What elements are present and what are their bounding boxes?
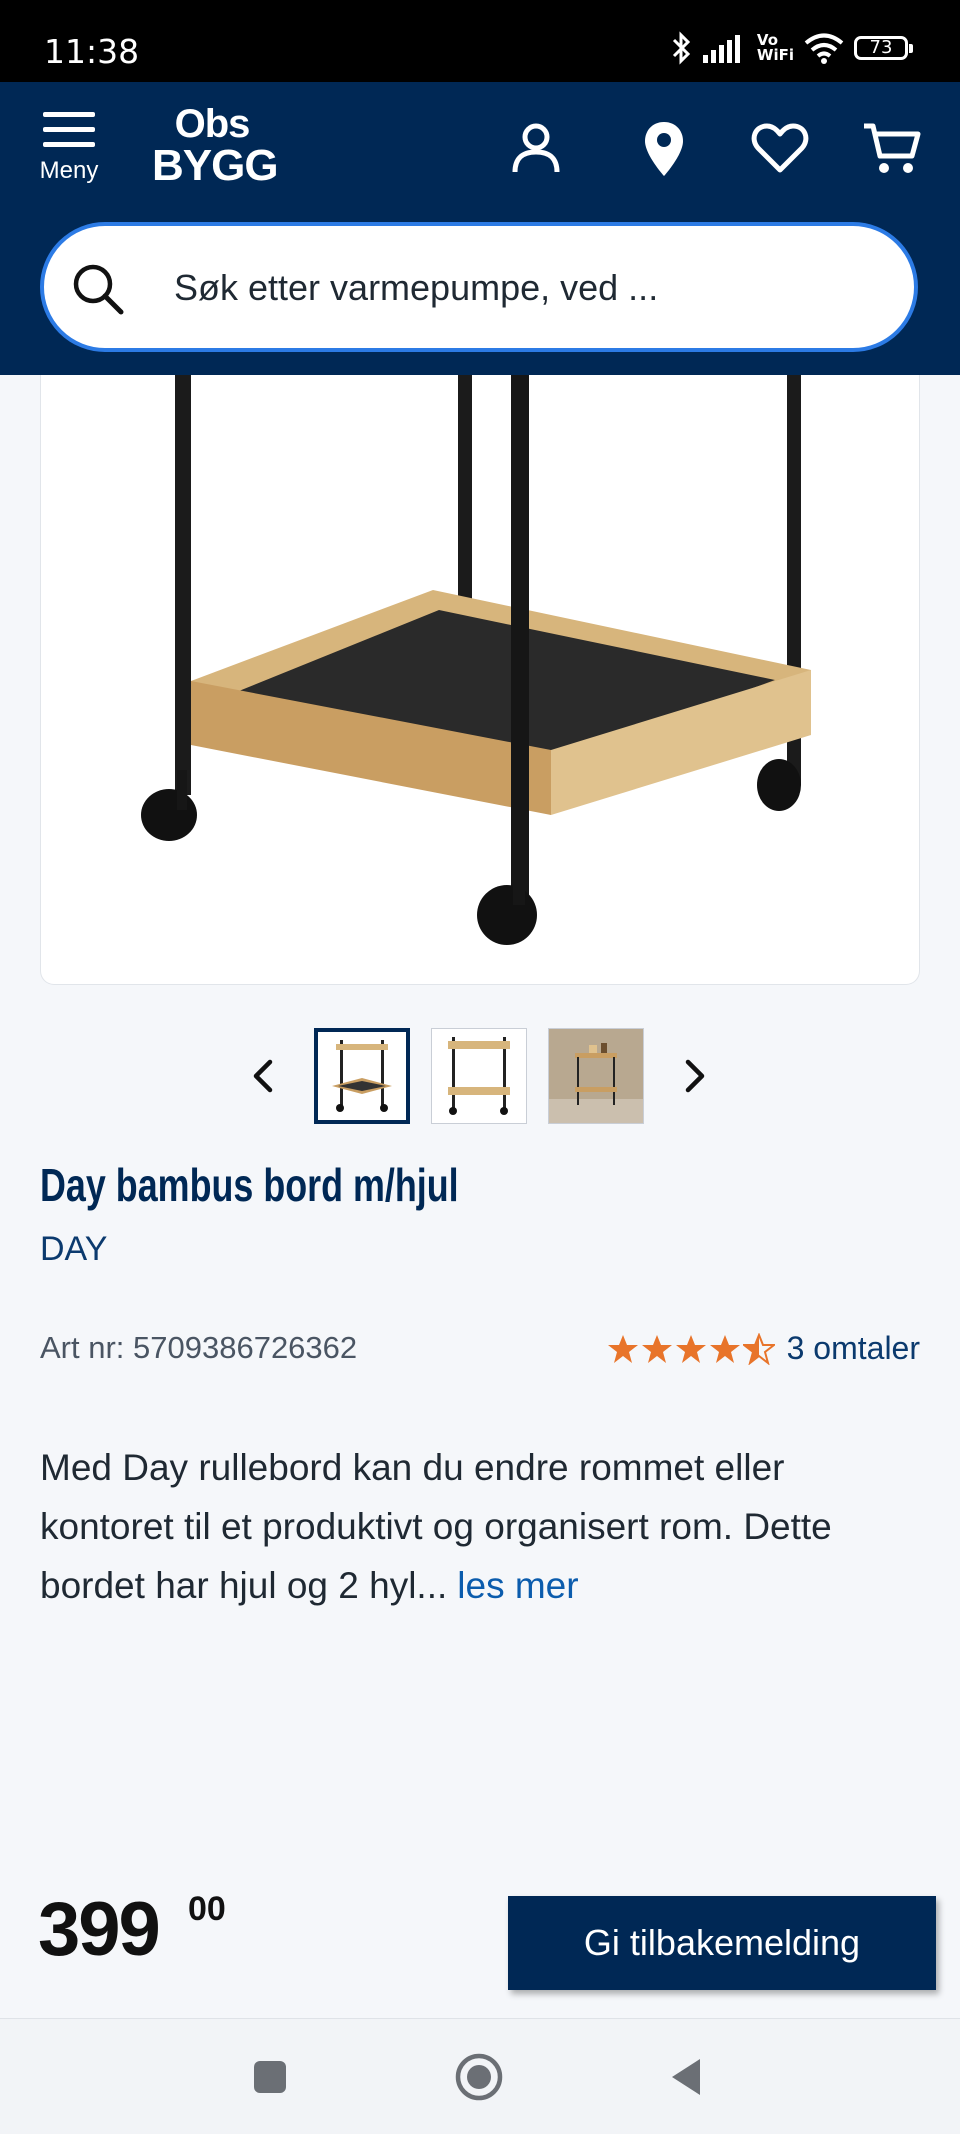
product-brand[interactable]: DAY: [40, 1230, 107, 1269]
bluetooth-icon: [672, 31, 691, 65]
heart-icon[interactable]: [750, 118, 810, 178]
thumbnail-image: [549, 1029, 643, 1123]
wifi-icon: [804, 33, 844, 64]
thumbnail-image: [448, 1037, 510, 1115]
menu-label: Meny: [39, 157, 99, 184]
battery-icon: 73: [854, 36, 913, 60]
rating-summary[interactable]: 3 omtaler: [607, 1330, 920, 1367]
star-icon: [641, 1334, 672, 1363]
status-icons: Vo WiFi 73: [671, 28, 913, 68]
signal-icon: [702, 35, 740, 63]
vowifi-line2: WiFi: [756, 46, 794, 64]
price-decimals: 00: [188, 1890, 226, 1928]
rating-stars: [607, 1332, 775, 1365]
star-icon: [607, 1334, 638, 1363]
logo-line2: BYGG: [152, 141, 279, 190]
site-header: Meny Obs BYGG: [0, 82, 960, 375]
search-icon[interactable]: [70, 261, 126, 317]
hamburger-icon: [43, 112, 95, 147]
product-description: Med Day rullebord kan du endre rommet el…: [40, 1438, 920, 1615]
description-text: Med Day rullebord kan du endre rommet el…: [40, 1447, 832, 1606]
reviews-link[interactable]: 3 omtaler: [787, 1330, 920, 1367]
search-bar[interactable]: [40, 222, 918, 352]
recents-icon[interactable]: [242, 2049, 298, 2105]
price-main: 399: [38, 1887, 161, 1972]
article-number: Art nr: 5709386726362: [40, 1330, 358, 1365]
home-icon[interactable]: [451, 2049, 507, 2105]
user-icon[interactable]: [506, 118, 566, 178]
thumbnail-3[interactable]: [548, 1028, 644, 1124]
product-image: [141, 375, 811, 945]
vowifi-icon: Vo WiFi: [757, 33, 794, 63]
product-image-card[interactable]: [40, 375, 920, 985]
half-star-icon: [742, 1332, 775, 1365]
star-icon: [675, 1334, 706, 1363]
thumbnail-2[interactable]: [431, 1028, 527, 1124]
chevron-right-icon[interactable]: [668, 1050, 720, 1102]
product-title: Day bambus bord m/hjul: [40, 1159, 459, 1211]
read-more-link[interactable]: les mer: [457, 1565, 578, 1606]
chevron-left-icon[interactable]: [238, 1050, 290, 1102]
location-pin-icon[interactable]: [634, 118, 694, 178]
system-nav-bar: [0, 2018, 960, 2134]
cart-icon[interactable]: [862, 118, 922, 178]
thumbnail-image: [332, 1040, 392, 1112]
star-icon: [709, 1334, 740, 1363]
back-icon[interactable]: [660, 2049, 716, 2105]
feedback-button[interactable]: Gi tilbakemelding: [508, 1896, 936, 1990]
logo-line1: Obs: [174, 102, 251, 146]
obs-bygg-logo[interactable]: Obs BYGG: [152, 102, 279, 194]
status-bar: 11:38 Vo WiFi 73: [0, 0, 960, 82]
thumbnail-1[interactable]: [314, 1028, 410, 1124]
status-time: 11:38: [44, 32, 140, 71]
menu-button[interactable]: Meny: [36, 110, 102, 190]
product-price: 399 00: [38, 1886, 226, 1973]
search-input[interactable]: [172, 246, 876, 330]
thumbnail-carousel: [0, 1024, 960, 1128]
